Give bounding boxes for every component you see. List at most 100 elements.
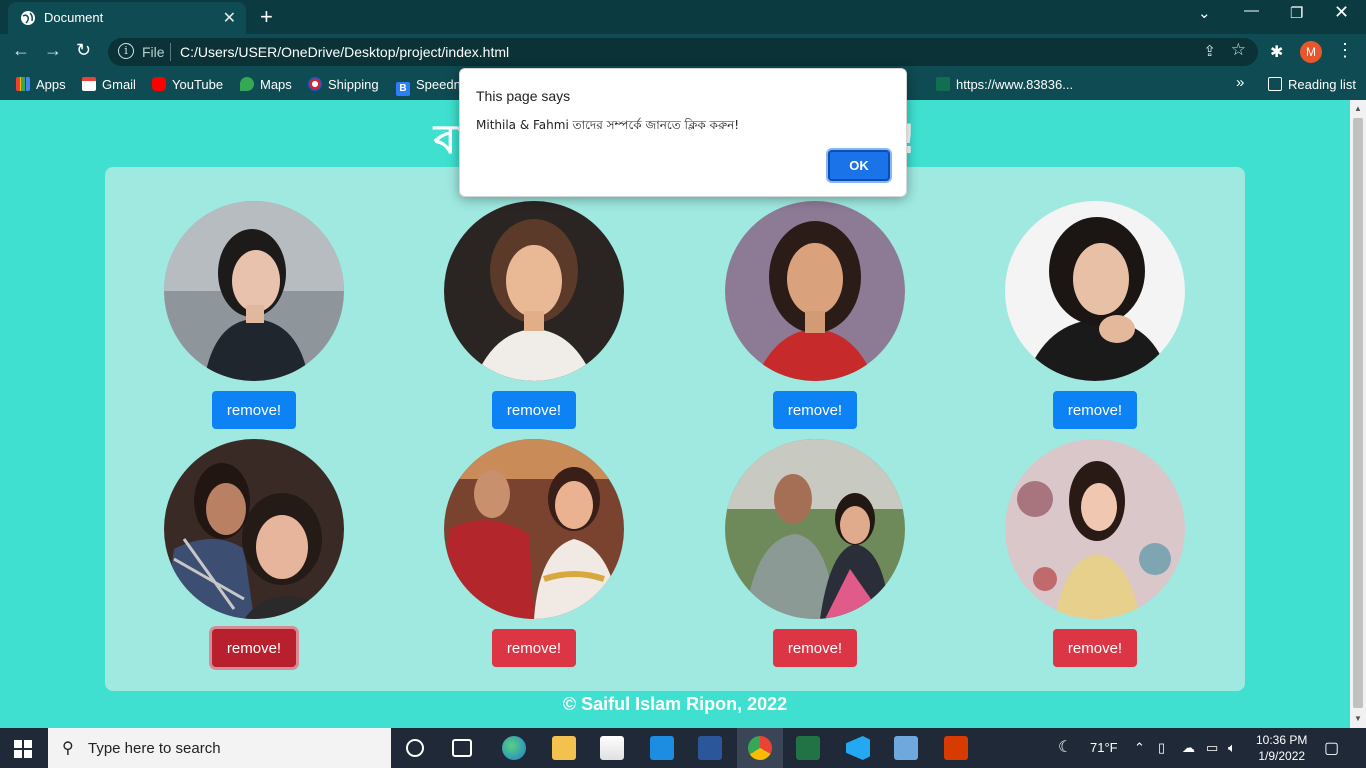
bookmark-gmail[interactable]: Gmail [82,77,136,92]
site-info-icon[interactable]: i [118,43,134,59]
person-photo [725,439,905,619]
bookmark-bet365[interactable]: https://www.83836... [936,77,1073,92]
speed-icon: B [396,82,410,96]
person-card: remove! [725,201,905,429]
remote-desktop-icon[interactable] [894,736,918,760]
volume-icon[interactable]: 🔈︎ [1228,740,1236,756]
vscode-icon[interactable] [846,736,870,760]
taskbar-search-box[interactable]: ⚲ Type here to search [48,728,391,768]
youtube-icon [152,77,166,91]
bookmark-speedn[interactable]: B Speedn [396,77,461,96]
url-scheme: File [142,44,165,60]
person-photo [725,201,905,381]
bookmark-label: Apps [36,77,66,92]
notifications-icon[interactable]: ▢ [1324,738,1339,758]
more-bookmarks-icon[interactable]: » [1236,74,1244,91]
ok-button[interactable]: OK [828,150,890,181]
scroll-up-arrow-icon[interactable]: ▲ [1354,104,1362,113]
bookmark-youtube[interactable]: YouTube [152,77,223,92]
word-icon[interactable] [698,736,722,760]
remove-button[interactable]: remove! [212,391,296,429]
bet365-icon [936,77,950,91]
weather-temp[interactable]: 71°F [1090,740,1118,755]
tab-search-icon[interactable]: ⌄ [1198,4,1211,22]
tab-document[interactable]: Document ✕ [8,2,246,34]
clock-time: 10:36 PM [1256,733,1308,747]
excel-icon[interactable] [796,736,820,760]
bookmark-maps[interactable]: Maps [240,77,292,92]
meet-now-icon[interactable]: ▯ [1158,740,1165,756]
bookmark-label: Shipping [328,77,379,92]
reading-list-button[interactable]: Reading list [1268,77,1356,92]
remove-button[interactable]: remove! [492,629,576,667]
scrollbar-thumb[interactable] [1353,118,1363,708]
gmail-icon [82,77,96,91]
task-view-icon[interactable] [452,739,472,757]
bookmark-shipping[interactable]: Shipping [308,77,379,92]
tab-title: Document [44,10,104,25]
menu-icon[interactable]: ⋮ [1336,40,1354,61]
person-card: remove! [164,201,344,429]
share-icon[interactable]: ⇪ [1203,42,1216,60]
reload-button[interactable]: ↻ [76,40,91,61]
dialog-message: Mithila & Fahmi তাদের সম্পর্কে জানতে ক্ল… [476,118,740,132]
person-card: remove! [725,439,905,667]
person-photo [1005,439,1185,619]
network-icon[interactable]: ▭ [1206,740,1218,756]
globe-icon [21,11,35,25]
scroll-down-arrow-icon[interactable]: ▼ [1354,714,1362,723]
person-card: remove! [444,201,624,429]
edge-icon[interactable] [502,736,526,760]
office-icon[interactable] [944,736,968,760]
person-card: remove! [1005,201,1185,429]
extensions-icon[interactable]: ✱ [1270,42,1283,62]
tray-chevron-icon[interactable]: ⌃ [1134,740,1145,756]
page-footer: © Saiful Islam Ripon, 2022 [562,694,788,714]
tab-strip: Document ✕ + ⌄ — ❐ ✕ [0,0,1366,34]
cards-panel: remove! remove! remove! remove! remove! … [105,167,1245,691]
person-card: remove! [1005,439,1185,667]
address-bar[interactable]: i File C:/Users/USER/OneDrive/Desktop/pr… [108,38,1258,66]
chrome-icon[interactable] [748,736,772,760]
remove-button[interactable]: remove! [1053,391,1137,429]
remove-button[interactable]: remove! [492,391,576,429]
bookmark-apps[interactable]: Apps [16,77,66,92]
bookmark-star-icon[interactable]: ☆ [1231,40,1246,60]
file-explorer-icon[interactable] [552,736,576,760]
page-scrollbar[interactable]: ▲ ▼ [1350,100,1366,728]
maps-pin-icon [240,77,254,91]
pepsi-icon [308,77,322,91]
bookmark-label: Gmail [102,77,136,92]
remove-button[interactable]: remove! [773,391,857,429]
windows-start-icon[interactable] [14,740,32,758]
browser-toolbar: ← → ↻ i File C:/Users/USER/OneDrive/Desk… [0,34,1366,70]
weather-moon-icon[interactable]: ☾ [1058,737,1072,757]
close-tab-icon[interactable]: ✕ [223,8,236,28]
remove-button[interactable]: remove! [1053,629,1137,667]
url-text[interactable]: C:/Users/USER/OneDrive/Desktop/project/i… [180,44,509,60]
remove-button[interactable]: remove! [773,629,857,667]
close-window-button[interactable]: ✕ [1334,2,1349,23]
forward-button[interactable]: → [44,40,62,61]
new-tab-button[interactable]: + [260,4,273,30]
clock-date: 1/9/2022 [1258,749,1306,763]
minimize-button[interactable]: — [1244,2,1259,19]
onedrive-icon[interactable]: ☁ [1182,740,1195,756]
mail-icon[interactable] [650,736,674,760]
reading-list-icon [1268,77,1282,91]
system-clock[interactable]: 10:36 PM 1/9/2022 [1256,732,1307,764]
person-card: remove! [164,439,344,667]
profile-avatar[interactable]: M [1300,41,1322,63]
restore-button[interactable]: ❐ [1290,4,1303,22]
bookmark-label: YouTube [172,77,224,92]
person-photo [164,439,344,619]
person-card: remove! [444,439,624,667]
remove-button[interactable]: remove! [212,629,296,667]
cortana-icon[interactable] [406,739,424,757]
bookmark-label: https://www.83836... [956,77,1074,92]
bookmark-label: Maps [260,77,292,92]
person-photo [444,439,624,619]
back-button[interactable]: ← [12,40,30,61]
search-placeholder: Type here to search [88,740,221,757]
store-icon[interactable] [600,736,624,760]
